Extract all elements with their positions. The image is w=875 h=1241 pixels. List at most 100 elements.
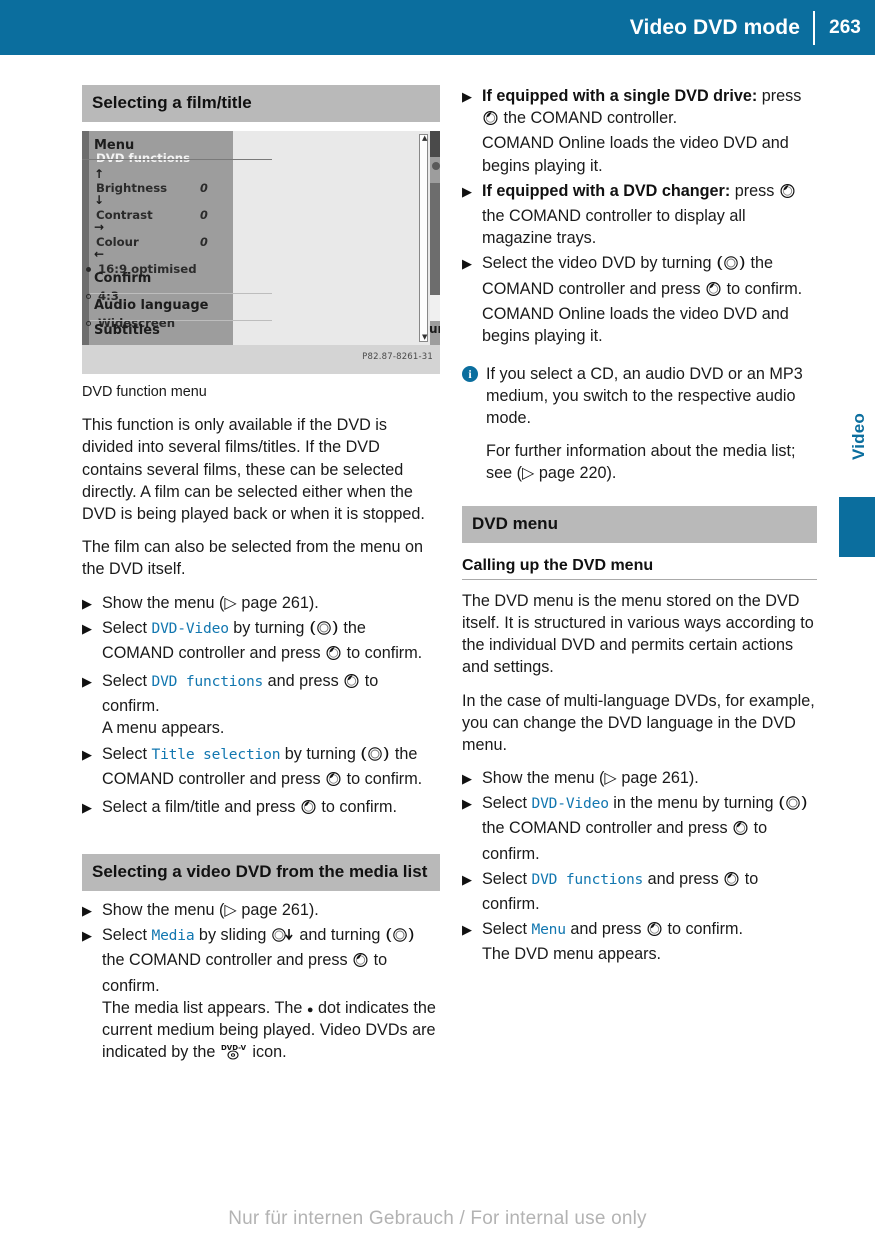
steps-selecting-film-title: ▶ Show the menu (▷ page 261). ▶ Select DVD-… (82, 592, 440, 822)
steps-loading-video-dvd: ▶ If equipped with a single DVD drive: pr… (462, 85, 817, 347)
figure-right-dot-icon (432, 161, 440, 170)
step-item-select-video-dvd: ▶ Select the video DVD by turning the COM… (462, 254, 803, 345)
press-controller-icon (732, 820, 749, 842)
figure-setting-label: DVD functions (96, 150, 191, 165)
figure-menu-separator (90, 292, 272, 294)
side-tab-marker (839, 497, 875, 557)
figure-setting-value: 0 (200, 208, 208, 222)
step-arrow-icon: ▶ (462, 256, 472, 272)
press-controller-icon (300, 799, 317, 821)
figure-menu-item: Audio language (94, 297, 209, 313)
section-heading-selecting-video-dvd: Selecting a video DVD from the media lis… (82, 854, 440, 891)
step-condition-label: If equipped with a single DVD drive: (482, 87, 758, 105)
press-controller-icon (705, 281, 722, 303)
step-arrow-icon: ▶ (82, 674, 92, 690)
figure-radio-icon (86, 293, 91, 299)
step-arrow-icon: ▶ (462, 922, 472, 938)
figure-left-bar (82, 130, 89, 345)
press-controller-icon (646, 921, 663, 943)
figure-setting-value: 0 (200, 181, 208, 195)
subsection-heading-calling-up-dvd-menu: Calling up the DVD menu (462, 557, 817, 580)
menu-item-code: DVD functions (531, 870, 644, 888)
page-header: Video DVD mode 263 (0, 0, 875, 55)
step-arrow-icon: ▶ (462, 771, 472, 787)
step-item-show-menu: ▶ Show the menu (▷ page 261). (82, 592, 440, 614)
right-paragraphs: The DVD menu is the menu stored on the D… (462, 590, 817, 756)
steps-calling-up-dvd-menu: ▶ Show the menu (▷ page 261). ▶ Select DVD-… (462, 767, 817, 966)
step-item-select-menu: ▶ Select Menu and press to confirm. The DV… (462, 920, 744, 964)
press-controller-icon (343, 673, 360, 695)
figure-menu-arrow-icon: → (94, 219, 105, 234)
figure-setting-value: 0 (200, 235, 208, 249)
step-item-select-dvd-functions: ▶ Select DVD functions and press to confi… (82, 672, 379, 738)
figure-image-code: P82.87-8261-31 (362, 351, 433, 362)
step-item-show-menu-3: ▶ Show the menu (▷ page 261). (462, 767, 817, 789)
figure-scroll-up-icon: ▲ (422, 133, 428, 142)
figure-menu-rule (82, 158, 272, 160)
menu-item-code: DVD-Video (151, 619, 229, 637)
left-column: Selecting a film/title DVD functions Brig… (82, 85, 440, 1069)
step-item-show-menu-2: ▶ Show the menu (▷ page 261). (82, 899, 440, 921)
step-item-select-media: ▶ Select Media by sliding and turning the… (82, 924, 440, 1066)
figure-menu-arrow-icon: ← (94, 246, 105, 261)
figure-menu-item: Confirm (94, 270, 152, 286)
step-item-single-dvd-drive: ▶ If equipped with a single DVD drive: pr… (462, 87, 802, 175)
info-note: i If you select a CD, an audio DVD or an… (462, 363, 817, 484)
figure-right-strip-4 (430, 294, 440, 321)
figure-menu-title: Menu (94, 137, 135, 153)
step-condition-label: If equipped with a DVD changer: (482, 181, 731, 200)
steps-selecting-video-dvd: ▶ Show the menu (▷ page 261). ▶ Select Medi… (82, 899, 440, 1066)
section-heading-selecting-film-title: Selecting a film/title (82, 85, 440, 122)
turn-controller-icon (360, 746, 390, 768)
press-controller-icon (723, 871, 740, 893)
right-paragraph-0: The DVD menu is the menu stored on the D… (462, 591, 814, 677)
figure-menu-separator (90, 319, 272, 321)
step-item-select-dvd-video: ▶ Select DVD-Video by turning the COMAND … (82, 617, 440, 667)
step-arrow-icon: ▶ (462, 796, 472, 812)
page-number: 263 (829, 17, 861, 38)
footer-watermark: Nur für internen Gebrauch / For internal… (228, 1208, 647, 1229)
press-controller-icon (325, 771, 342, 793)
step-arrow-icon: ▶ (462, 89, 472, 104)
step-arrow-icon: ▶ (82, 746, 92, 762)
section-heading-dvd-menu: DVD menu (462, 506, 817, 543)
menu-item-code: DVD functions (151, 673, 264, 691)
turn-controller-icon (385, 927, 415, 949)
press-controller-icon (779, 183, 796, 205)
dvd-v-disc-icon: DVD-V (220, 1043, 248, 1066)
figure-menu-panel (233, 130, 438, 345)
menu-item-code: Title selection (151, 745, 281, 763)
step-arrow-icon: ▶ (82, 902, 92, 918)
note-paragraph-0: If you select a CD, an audio DVD or an M… (486, 365, 803, 428)
press-controller-icon (325, 645, 342, 667)
figure-radio-icon (86, 266, 91, 272)
page-reference[interactable]: ▷ page 261 (224, 901, 308, 919)
figure-menu-item: Subtitles (94, 322, 160, 338)
note-paragraph-1: For further information about the media … (486, 441, 796, 482)
turn-controller-icon (778, 795, 808, 817)
figure-right-strip-2 (430, 156, 440, 183)
figure-setting-label: Contrast (96, 207, 153, 222)
figure-scrollbar (419, 133, 428, 342)
figure-menu-arrow-icon: ↑ (94, 166, 105, 181)
press-controller-icon (482, 110, 499, 132)
step-item-select-dvd-video-2: ▶ Select DVD-Video in the menu by turning… (462, 792, 817, 865)
figure-right-strip-label: und (429, 321, 440, 336)
bullet-dot-icon: ● (306, 1003, 314, 1016)
page-reference[interactable]: ▷ page 261 (224, 594, 308, 612)
side-tab-label: Video (849, 413, 868, 460)
figure-scroll-down-icon: ▼ (422, 332, 428, 341)
step-item-select-dvd-functions-2: ▶ Select DVD functions and press to confi… (462, 869, 759, 913)
step-arrow-icon: ▶ (462, 183, 472, 199)
page-title: Video DVD mode (629, 16, 800, 39)
left-paragraph-1: The film can also be selected from the m… (82, 538, 424, 579)
left-paragraphs: This function is only available if the D… (82, 414, 440, 580)
step-arrow-icon: ▶ (462, 871, 472, 887)
page-content: Selecting a film/title DVD functions Brig… (82, 85, 817, 1069)
page-reference[interactable]: ▷ page 261 (604, 769, 688, 787)
left-paragraph-0: This function is only available if the D… (82, 416, 425, 523)
info-icon: i (462, 366, 478, 383)
step-arrow-icon: ▶ (82, 928, 92, 944)
menu-item-code: Menu (531, 921, 567, 939)
right-column: ▶ If equipped with a single DVD drive: pr… (462, 85, 817, 1069)
